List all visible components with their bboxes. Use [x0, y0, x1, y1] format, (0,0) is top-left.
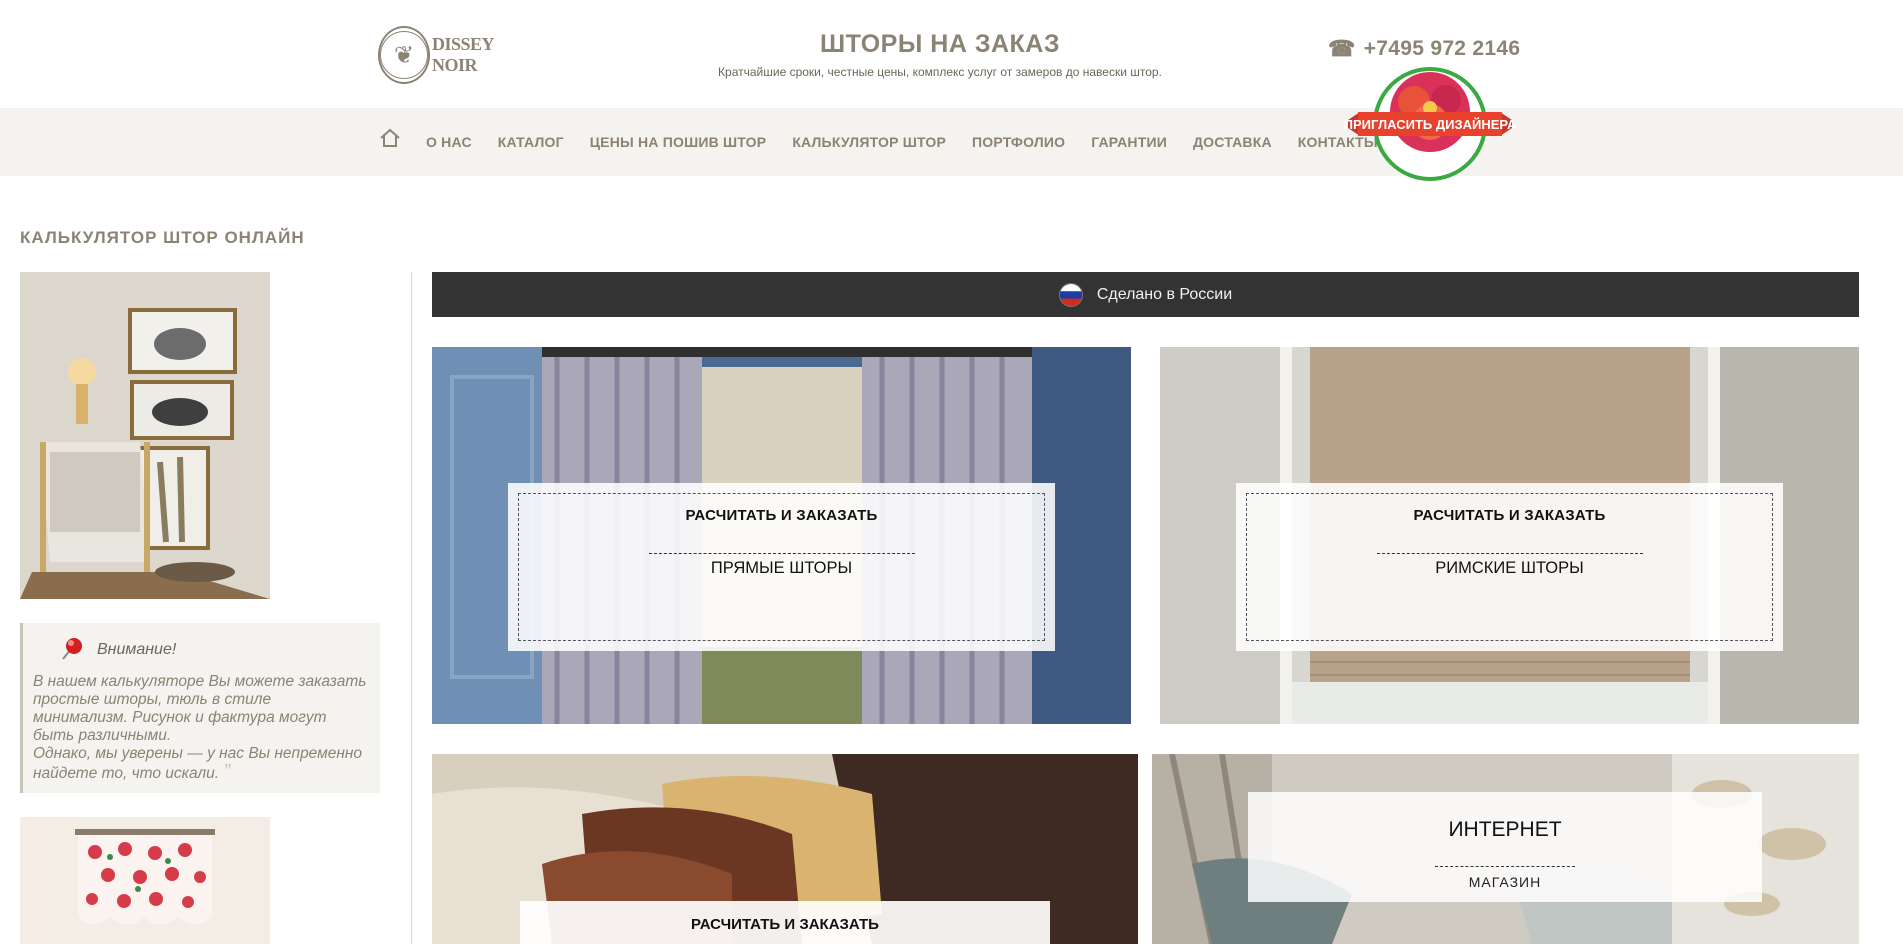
nav-portfolio[interactable]: ПОРТФОЛИО [972, 134, 1065, 150]
banner-text: Сделано в России [1096, 285, 1233, 303]
sidebar-interior-image[interactable] [20, 272, 270, 599]
attention-text-2: Однако, мы уверены — у нас Вы непременно… [33, 745, 363, 782]
sidebar-title: КАЛЬКУЛЯТОР ШТОР ОНЛАЙН [20, 228, 305, 247]
designer-badge-text: ПРИГЛАСИТЬ ДИЗАЙНЕРА [1344, 117, 1516, 132]
online-shop-card[interactable]: ИНТЕРНЕТ МАГАЗИН [1248, 792, 1762, 902]
logo-seal-icon: ❦ [378, 26, 430, 84]
attention-body: В нашем калькуляторе Вы можете заказать … [33, 673, 370, 783]
shop-title: ИНТЕРНЕТ [1448, 818, 1562, 841]
logo-text: DISSEY NOIR [432, 34, 494, 75]
straight-curtains-card[interactable]: РАСЧИТАТЬ И ЗАКАЗАТЬ ПРЯМЫЕ ШТОРЫ [508, 483, 1055, 651]
content-divider [411, 272, 412, 944]
sidebar-curtain-image[interactable] [20, 817, 270, 944]
header-title-block: ШТОРЫ НА ЗАКАЗ Кратчайшие сроки, честные… [650, 30, 1230, 79]
pushpin-icon [62, 638, 82, 660]
attention-note: Внимание! В нашем калькуляторе Вы можете… [20, 623, 380, 793]
nav-guarantees[interactable]: ГАРАНТИИ [1091, 134, 1167, 150]
phone-number[interactable]: ☎ +7495 972 2146 [1328, 36, 1520, 62]
made-in-russia-banner: Сделано в России [432, 272, 1859, 317]
home-icon[interactable] [378, 126, 402, 150]
nav-delivery[interactable]: ДОСТАВКА [1193, 134, 1272, 150]
straight-curtains-label: ПРЯМЫЕ ШТОРЫ [710, 559, 853, 577]
tile-roman-blinds[interactable]: РАСЧИТАТЬ И ЗАКАЗАТЬ РИМСКИЕ ШТОРЫ [1160, 347, 1859, 724]
nav-prices[interactable]: ЦЕНЫ НА ПОШИВ ШТОР [590, 134, 767, 150]
page-subtitle: Кратчайшие сроки, честные цены, комплекс… [718, 65, 1162, 79]
calc-order-button[interactable]: РАСЧИТАТЬ И ЗАКАЗАТЬ [508, 507, 1055, 524]
roman-blinds-label: РИМСКИЕ ШТОРЫ [1435, 559, 1584, 577]
invite-designer-badge[interactable]: ПРИГЛАСИТЬ ДИЗАЙНЕРА [1344, 64, 1516, 182]
roman-blinds-card[interactable]: РАСЧИТАТЬ И ЗАКАЗАТЬ РИМСКИЕ ШТОРЫ [1236, 483, 1783, 651]
attention-text-1: В нашем калькуляторе Вы можете заказать … [33, 673, 367, 744]
tile-straight-curtains[interactable]: РАСЧИТАТЬ И ЗАКАЗАТЬ ПРЯМЫЕ ШТОРЫ [432, 347, 1131, 724]
attention-title: Внимание! [97, 641, 177, 658]
russia-flag-icon [1058, 282, 1083, 307]
quote-icon: ” [223, 761, 231, 783]
phone-icon: ☎ [1328, 36, 1356, 61]
pillows-card[interactable]: РАСЧИТАТЬ И ЗАКАЗАТЬ [520, 901, 1050, 944]
calc-order-button[interactable]: РАСЧИТАТЬ И ЗАКАЗАТЬ [520, 916, 1050, 933]
calc-order-button[interactable]: РАСЧИТАТЬ И ЗАКАЗАТЬ [1236, 507, 1783, 524]
nav-catalog[interactable]: КАТАЛОГ [498, 134, 564, 150]
site-logo[interactable]: ❦ DISSEY NOIR [378, 24, 528, 86]
site-header: ❦ DISSEY NOIR ШТОРЫ НА ЗАКАЗ Кратчайшие … [0, 0, 1903, 108]
tile-pillows[interactable]: РАСЧИТАТЬ И ЗАКАЗАТЬ [432, 754, 1138, 944]
page-title: ШТОРЫ НА ЗАКАЗ [819, 30, 1061, 58]
main-nav: О НАС КАТАЛОГ ЦЕНЫ НА ПОШИВ ШТОР КАЛЬКУЛ… [0, 108, 1903, 176]
shop-subtitle: МАГАЗИН [1468, 874, 1542, 890]
tile-online-shop[interactable]: ИНТЕРНЕТ МАГАЗИН [1152, 754, 1859, 944]
phone-text: +7495 972 2146 [1363, 37, 1521, 60]
nav-calculator[interactable]: КАЛЬКУЛЯТОР ШТОР [792, 134, 946, 150]
nav-about[interactable]: О НАС [426, 134, 472, 150]
